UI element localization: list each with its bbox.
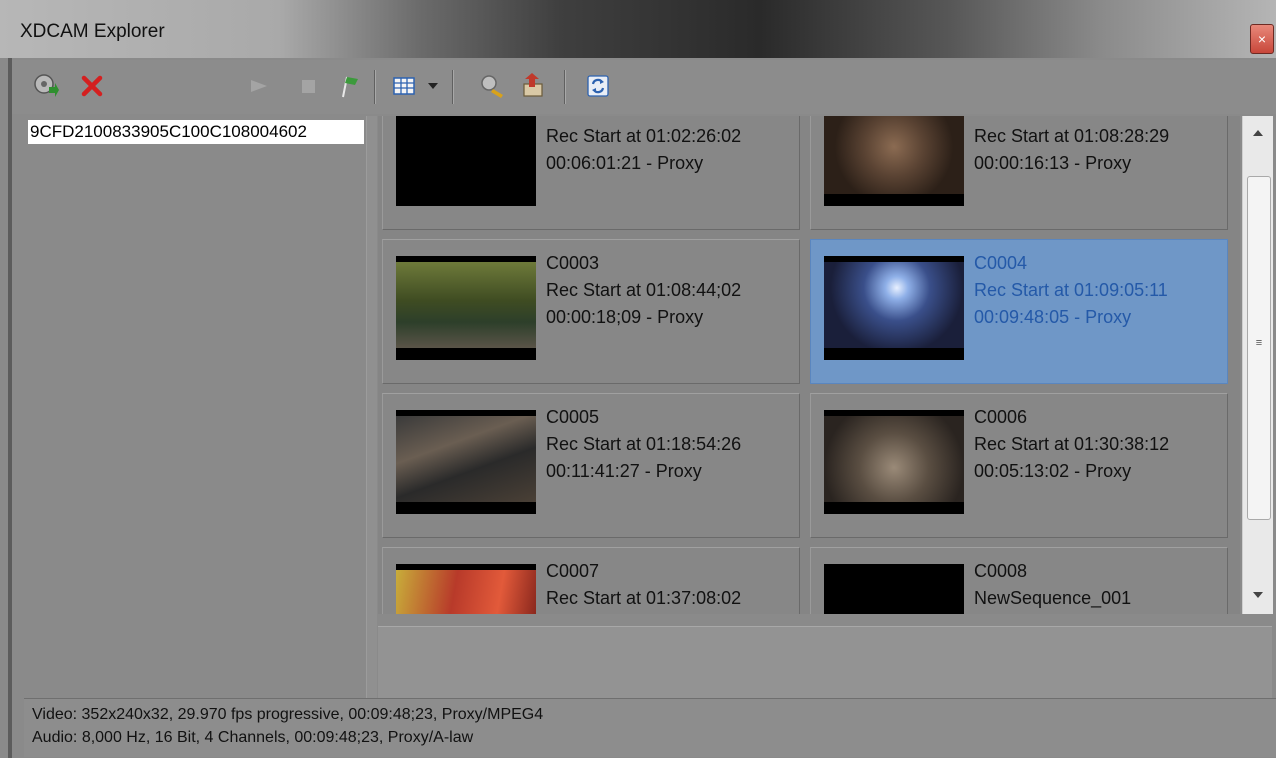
clip-thumbnail bbox=[824, 256, 964, 360]
play-icon bbox=[251, 80, 267, 92]
play-button[interactable] bbox=[244, 72, 272, 100]
scroll-grip-icon: ≡ bbox=[1255, 337, 1263, 349]
clip-info: C0004 Rec Start at 01:09:05:11 00:09:48:… bbox=[974, 250, 1168, 331]
dropdown-arrow-icon bbox=[428, 83, 438, 89]
clip-tile[interactable]: C0002 Rec Start at 01:08:28:29 00:00:16:… bbox=[810, 116, 1228, 230]
clip-rec-start: NewSequence_001 bbox=[974, 588, 1132, 608]
clip-thumbnail bbox=[824, 116, 964, 206]
search-clips-button[interactable] bbox=[478, 72, 506, 100]
clip-duration: 00:09:48:05 - Proxy bbox=[974, 307, 1132, 327]
clip-thumbnail bbox=[396, 410, 536, 514]
pane-splitter[interactable] bbox=[366, 116, 377, 698]
toolbar-separator bbox=[452, 70, 454, 104]
title-bar: XDCAM Explorer × bbox=[0, 0, 1276, 58]
view-mode-button[interactable] bbox=[390, 72, 418, 100]
clip-frame bbox=[396, 262, 536, 348]
export-button[interactable] bbox=[518, 72, 546, 100]
clip-id: C0008 bbox=[974, 561, 1028, 581]
scroll-down-button[interactable] bbox=[1243, 580, 1273, 610]
clip-id: C0004 bbox=[974, 253, 1028, 273]
clip-thumbnail bbox=[396, 116, 536, 206]
status-video-info: Video: 352x240x32, 29.970 fps progressiv… bbox=[32, 706, 544, 723]
clip-tile[interactable]: C0001 Rec Start at 01:02:26:02 00:06:01:… bbox=[382, 116, 800, 230]
clip-tile[interactable]: C0008 NewSequence_001 bbox=[810, 547, 1228, 614]
xdcam-explorer-window: XDCAM Explorer × 9CFD2100833905C100C1080… bbox=[0, 0, 1276, 758]
clip-frame bbox=[396, 570, 536, 614]
stop-button[interactable] bbox=[294, 72, 322, 100]
clip-duration: 00:11:41:27 - Proxy bbox=[546, 461, 702, 481]
clip-id: C0002 bbox=[974, 116, 1169, 123]
vertical-scrollbar[interactable]: ≡ bbox=[1242, 116, 1273, 614]
clip-rec-start: Rec Start at 01:08:28:29 bbox=[974, 126, 1170, 146]
import-icon bbox=[34, 74, 59, 97]
clip-duration: 00:06:01:21 - Proxy bbox=[546, 153, 704, 173]
clip-info: C0002 Rec Start at 01:08:28:29 00:00:16:… bbox=[974, 116, 1169, 177]
window-frame bbox=[8, 58, 12, 758]
clip-duration: 00:00:18;09 - Proxy bbox=[546, 307, 704, 327]
mark-icon bbox=[342, 76, 358, 98]
clip-frame bbox=[824, 416, 964, 502]
export-icon bbox=[523, 73, 543, 97]
clip-rec-start: Rec Start at 01:30:38:12 bbox=[974, 434, 1170, 454]
clip-id: C0001 bbox=[546, 116, 741, 123]
toolbar bbox=[12, 60, 1276, 114]
clip-info: C0007 Rec Start at 01:37:08:02 bbox=[546, 558, 741, 612]
clip-rec-start: Rec Start at 01:02:26:02 bbox=[546, 126, 742, 146]
mark-button[interactable] bbox=[334, 72, 362, 100]
delete-button[interactable] bbox=[78, 72, 106, 100]
clip-frame bbox=[824, 262, 964, 348]
clip-thumbnail bbox=[824, 410, 964, 514]
scroll-down-icon bbox=[1253, 591, 1263, 598]
status-audio-info: Audio: 8,000 Hz, 16 Bit, 4 Channels, 00:… bbox=[32, 729, 474, 746]
clip-rec-start: Rec Start at 01:08:44;02 bbox=[546, 280, 742, 300]
scroll-thumb[interactable]: ≡ bbox=[1247, 176, 1271, 520]
view-mode-dropdown[interactable] bbox=[426, 72, 440, 100]
clip-thumbnail bbox=[824, 564, 964, 614]
clip-thumbnail bbox=[396, 256, 536, 360]
clip-id: C0003 bbox=[546, 253, 600, 273]
clip-duration: 00:00:16:13 - Proxy bbox=[974, 153, 1132, 173]
stop-icon bbox=[302, 80, 315, 93]
close-button[interactable]: × bbox=[1250, 24, 1274, 54]
clip-tile[interactable]: C0007 Rec Start at 01:37:08:02 bbox=[382, 547, 800, 614]
toolbar-separator bbox=[564, 70, 566, 104]
clip-id: C0006 bbox=[974, 407, 1028, 427]
clip-frame bbox=[396, 416, 536, 502]
clip-frame bbox=[824, 116, 964, 194]
clip-duration: 00:05:13:02 - Proxy bbox=[974, 461, 1132, 481]
clip-id: C0005 bbox=[546, 407, 600, 427]
refresh-icon bbox=[587, 75, 609, 97]
clip-tile-selected[interactable]: C0004 Rec Start at 01:09:05:11 00:09:48:… bbox=[810, 239, 1228, 384]
clip-thumbnail bbox=[396, 564, 536, 614]
clip-info: C0001 Rec Start at 01:02:26:02 00:06:01:… bbox=[546, 116, 741, 177]
import-button[interactable] bbox=[32, 72, 60, 100]
clip-rec-start: Rec Start at 01:18:54:26 bbox=[546, 434, 742, 454]
clip-info: C0008 NewSequence_001 bbox=[974, 558, 1131, 612]
window-title: XDCAM Explorer bbox=[20, 21, 165, 42]
view-mode-icon bbox=[393, 77, 415, 95]
status-bar: Video: 352x240x32, 29.970 fps progressiv… bbox=[24, 698, 1276, 757]
clip-tile[interactable]: C0005 Rec Start at 01:18:54:26 00:11:41:… bbox=[382, 393, 800, 538]
clip-id: C0007 bbox=[546, 561, 600, 581]
clip-info: C0005 Rec Start at 01:18:54:26 00:11:41:… bbox=[546, 404, 741, 485]
clip-info: C0006 Rec Start at 01:30:38:12 00:05:13:… bbox=[974, 404, 1169, 485]
clip-grid: C0001 Rec Start at 01:02:26:02 00:06:01:… bbox=[378, 116, 1240, 614]
clip-detail-pane bbox=[378, 626, 1272, 699]
clip-tile[interactable]: C0003 Rec Start at 01:08:44;02 00:00:18;… bbox=[382, 239, 800, 384]
refresh-button[interactable] bbox=[584, 72, 612, 100]
search-clips-icon bbox=[481, 75, 503, 98]
clip-tile[interactable]: C0006 Rec Start at 01:30:38:12 00:05:13:… bbox=[810, 393, 1228, 538]
clip-info: C0003 Rec Start at 01:08:44;02 00:00:18;… bbox=[546, 250, 741, 331]
scroll-up-icon bbox=[1253, 129, 1263, 136]
device-tree-item[interactable]: 9CFD2100833905C100C108004602 bbox=[28, 120, 364, 144]
delete-icon bbox=[81, 75, 103, 97]
device-tree-pane: 9CFD2100833905C100C108004602 bbox=[24, 116, 366, 698]
scroll-up-button[interactable] bbox=[1243, 118, 1273, 148]
clip-rec-start: Rec Start at 01:37:08:02 bbox=[546, 588, 742, 608]
toolbar-separator bbox=[374, 70, 376, 104]
clip-rec-start: Rec Start at 01:09:05:11 bbox=[974, 280, 1168, 300]
